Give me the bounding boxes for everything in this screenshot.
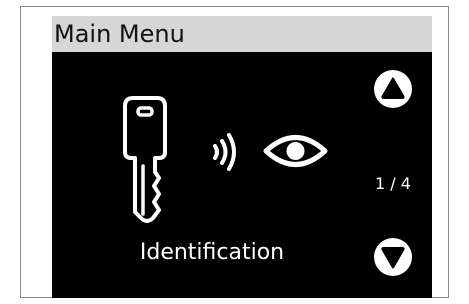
triangle-down-icon xyxy=(381,247,405,269)
scroll-up-button[interactable] xyxy=(374,70,412,108)
menu-item-label[interactable]: Identification xyxy=(92,238,332,268)
scroll-down-button[interactable] xyxy=(374,238,412,276)
device-screen: Main Menu 1 / 4 Identification xyxy=(52,16,432,298)
title-bar: Main Menu xyxy=(52,16,432,52)
screen-title: Main Menu xyxy=(54,20,185,48)
key-icon xyxy=(123,96,167,223)
triangle-up-icon xyxy=(381,77,405,99)
eye-icon xyxy=(263,135,328,167)
nfc-icon xyxy=(213,133,236,171)
page-indicator: 1 / 4 xyxy=(375,174,411,193)
